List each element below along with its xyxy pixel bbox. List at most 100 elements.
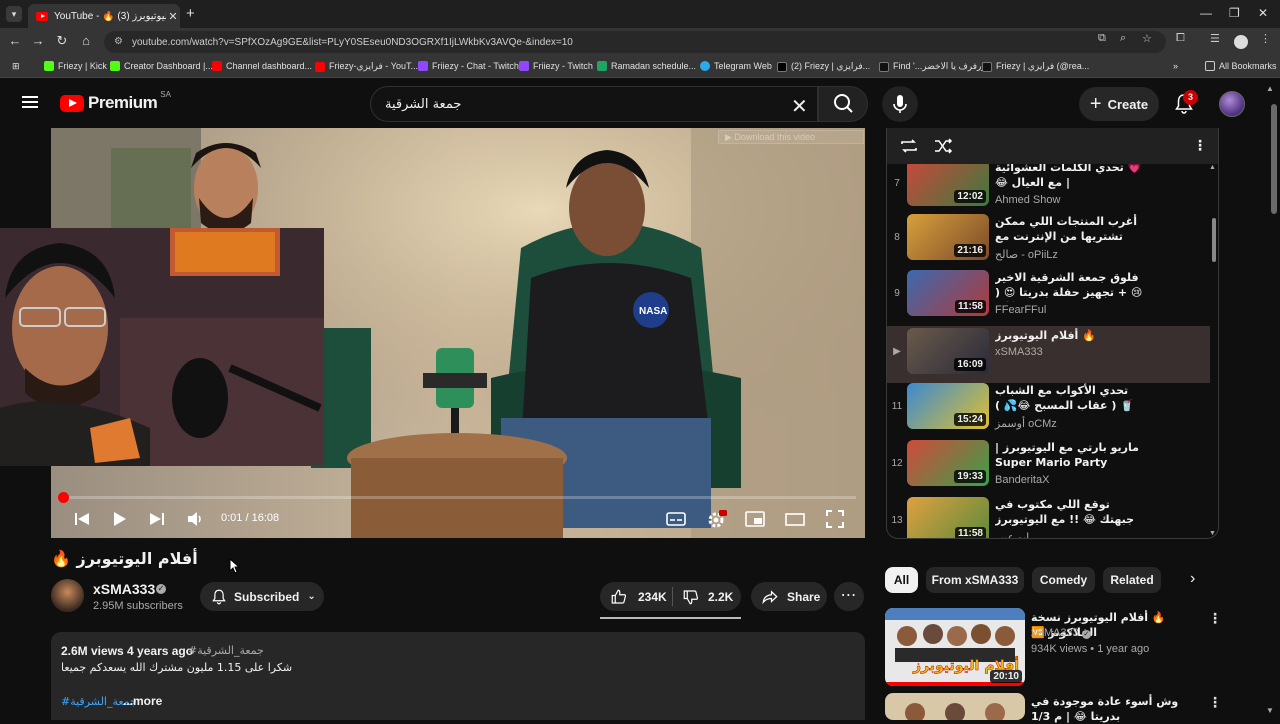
loop-icon[interactable] (899, 137, 919, 155)
install-app-icon[interactable]: ⧉ (1098, 32, 1106, 45)
chip-from-channel[interactable]: From xSMA333 (926, 567, 1024, 593)
create-button[interactable]: + Create (1079, 87, 1159, 121)
chip-related[interactable]: Related (1103, 567, 1161, 593)
playlist-item[interactable]: 9 11:58 فلوق جمعة الشرقية الاخير 😢 + تجهيز… (887, 268, 1210, 325)
bookmarks-bar: ⊞ Friezy | Kick Creator Dashboard |... C… (0, 56, 1280, 78)
create-label: Create (1107, 96, 1149, 112)
bookmark-item[interactable]: Ramadan schedule... (597, 61, 696, 71)
like-button[interactable]: 234K (600, 582, 672, 611)
page-scrollbar[interactable] (1271, 104, 1277, 214)
new-tab-button[interactable]: + (186, 5, 195, 22)
duration-badge: 15:24 (954, 413, 986, 426)
reading-list-icon[interactable]: ☰ (1210, 32, 1220, 45)
bookmark-item[interactable]: (2) Friezy | فرايزي... (777, 61, 870, 72)
description-box[interactable]: 2.6M views 4 years ago #جمعة_الشرقية شكر… (51, 632, 865, 720)
volume-icon[interactable] (184, 508, 206, 530)
apps-icon[interactable]: ⊞ (12, 61, 20, 72)
scroll-up-icon[interactable]: ▲ (1209, 164, 1216, 171)
account-avatar[interactable] (1219, 91, 1245, 117)
progress-scrubber[interactable] (58, 492, 69, 503)
shuffle-icon[interactable] (933, 137, 953, 155)
settings-icon[interactable] (705, 508, 727, 530)
playlist-index: 7 (894, 178, 900, 189)
tab-title: YouTube - 🔥 أفلام اليوتيوبرز (3) (54, 10, 166, 22)
clear-search-icon[interactable]: ✕ (791, 94, 808, 119)
bookmark-item[interactable]: Friiezy - Chat - Twitch (418, 61, 519, 71)
playlist-item-title: توقع اللي مكتوب في جبهتك 😂 !! مع اليوتيو… (995, 498, 1135, 526)
description-hashtag[interactable]: #جمعة_الشرقية (188, 644, 264, 657)
share-icon (762, 589, 778, 604)
menu-icon[interactable] (22, 96, 38, 108)
playlist-item[interactable]: 13 11:58 توقع اللي مكتوب في جبهتك 😂 !! مع … (887, 495, 1210, 538)
download-video-hint[interactable]: ▶ Download this video (718, 130, 864, 144)
restore-button[interactable]: ❐ (1229, 6, 1240, 20)
subscribed-button[interactable]: Subscribed ⌄ (200, 582, 324, 611)
zoom-icon[interactable]: ⌕ (1120, 32, 1126, 45)
chip-all[interactable]: All (885, 567, 918, 593)
profile-icon[interactable] (1234, 35, 1248, 49)
chip-comedy[interactable]: Comedy (1032, 567, 1095, 593)
tab-close-icon[interactable]: ✕ (166, 10, 180, 23)
next-icon[interactable] (146, 508, 168, 530)
dislike-button[interactable]: 2.2K (673, 582, 741, 611)
related-menu-icon[interactable]: ⋮ (1208, 610, 1222, 627)
bookmark-item[interactable]: Find '...زرفرف يا الاخضر (879, 61, 986, 72)
bookmark-item[interactable]: Friezy-فرايزي - YouT... (315, 61, 418, 72)
bookmarks-overflow[interactable]: » (1173, 61, 1178, 71)
minimize-button[interactable]: — (1200, 6, 1212, 20)
browser-tab-youtube[interactable]: YouTube - 🔥 أفلام اليوتيوبرز (3) ✕ (28, 4, 180, 28)
extensions-icon[interactable]: ⧠ (1176, 32, 1185, 45)
search-button[interactable] (818, 86, 868, 122)
show-more-link[interactable]: ...more (123, 694, 162, 708)
channel-name[interactable]: xSMA333 (93, 581, 155, 597)
bookmark-item[interactable]: Channel dashboard... (212, 61, 312, 71)
bookmark-item[interactable]: Friezy | Kick (44, 61, 107, 71)
page-scroll-down-icon[interactable]: ▼ (1266, 706, 1274, 715)
play-icon[interactable] (108, 508, 130, 530)
related-thumbnail[interactable] (885, 693, 1025, 720)
bookmark-item[interactable]: Creator Dashboard |... (110, 61, 213, 71)
time-display: 0:01 / 16:08 (221, 512, 280, 524)
video-title: 🔥 أفلام اليوتيوبرز (51, 549, 198, 568)
bookmark-item[interactable]: Friezy | فرايزي (@rea... (982, 61, 1089, 72)
forward-icon[interactable]: → (29, 33, 47, 48)
site-info-icon[interactable]: ⚙ (114, 36, 126, 48)
back-icon[interactable]: ← (6, 33, 24, 48)
playlist-menu-icon[interactable]: ⋮ (1193, 137, 1207, 154)
theater-mode-icon[interactable] (784, 508, 806, 530)
related-thumbnail[interactable]: أفلام اليوتيوبرز 20:10 (885, 608, 1025, 686)
playlist-scrollbar[interactable] (1212, 218, 1216, 262)
bookmark-item[interactable]: Friiezy - Twitch (519, 61, 593, 71)
playlist-item[interactable]: 8 21:16 أغرب المنتجات اللي ممكن تشتريها من… (887, 212, 1210, 269)
bookmark-item[interactable]: Telegram Web (700, 61, 772, 71)
miniplayer-icon[interactable] (744, 508, 766, 530)
channel-avatar[interactable] (51, 579, 84, 612)
related-channel[interactable]: xSMA333 ✓ (1031, 627, 1091, 639)
fullscreen-icon[interactable] (824, 508, 846, 530)
search-input[interactable] (371, 87, 771, 121)
chevron-right-icon[interactable]: › (1190, 570, 1195, 588)
bookmark-star-icon[interactable]: ☆ (1142, 32, 1152, 45)
reload-icon[interactable]: ↻ (53, 33, 71, 49)
playlist-item[interactable]: ▶ 16:09 🔥 أفلام اليوتيوبرز xSMA333 (887, 326, 1210, 383)
more-actions-button[interactable]: ⋯ (834, 582, 864, 611)
progress-bar[interactable] (62, 496, 856, 499)
all-bookmarks[interactable]: All Bookmarks (1205, 61, 1277, 71)
previous-icon[interactable] (71, 508, 93, 530)
playlist-item[interactable]: 11 15:24 تحدي الأكواب مع الشباب 🥤 ( عقاب ا… (887, 381, 1210, 438)
playlist-item[interactable]: 7 12:02 💗 تحدي الكلمات العشوائية | مع العي… (887, 164, 1210, 215)
scroll-down-icon[interactable]: ▼ (1209, 530, 1216, 537)
microphone-icon (893, 95, 907, 113)
playlist-item[interactable]: 12 19:33 ماريو بارتي مع اليوتيوبرز | Super… (887, 438, 1210, 495)
share-button[interactable]: Share (751, 582, 827, 611)
browser-menu-icon[interactable]: ⋮ (1260, 32, 1271, 45)
tab-search-button[interactable]: ▾ (6, 6, 22, 22)
youtube-logo[interactable]: Premium SA (60, 90, 171, 113)
related-menu-icon[interactable]: ⋮ (1208, 694, 1222, 711)
home-icon[interactable]: ⌂ (77, 33, 95, 48)
page-scroll-up-icon[interactable]: ▲ (1266, 84, 1274, 93)
voice-search-button[interactable] (882, 86, 918, 122)
close-window-button[interactable]: ✕ (1258, 6, 1268, 20)
address-bar[interactable]: ⚙ youtube.com/watch?v=SPfXOzAg9GE&list=P… (104, 31, 1166, 53)
subtitles-icon[interactable] (665, 508, 687, 530)
